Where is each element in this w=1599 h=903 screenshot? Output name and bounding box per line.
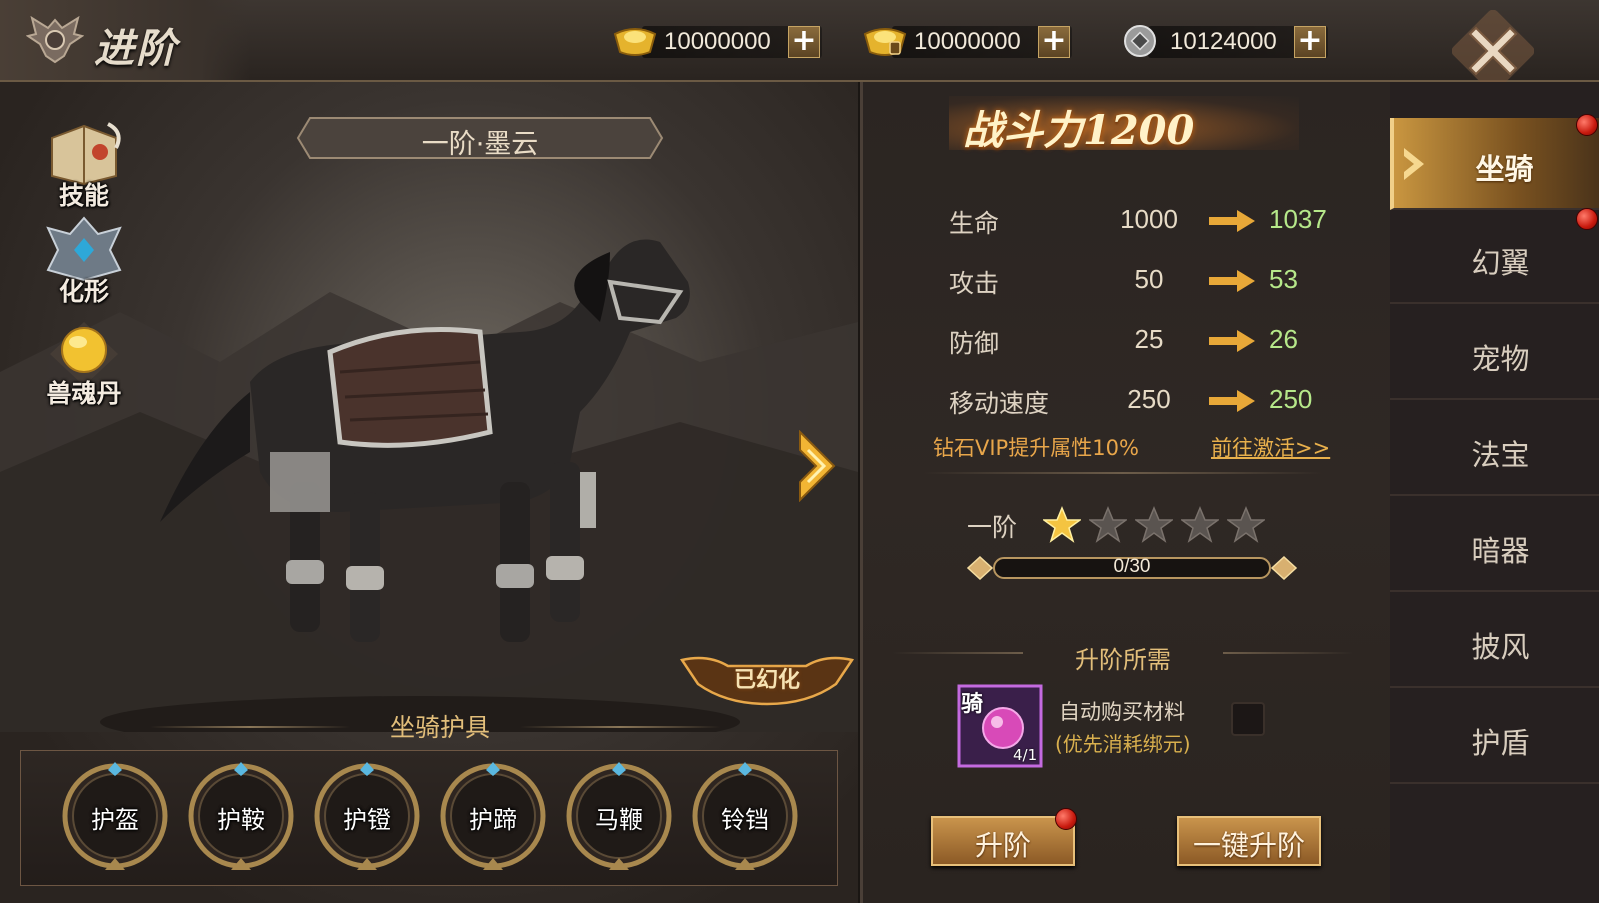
item-count: 4/1 [1013, 746, 1038, 764]
upgrade-button[interactable]: 升阶 [931, 816, 1075, 866]
item-type-label: 骑 [961, 692, 984, 717]
activate-vip-link[interactable]: 前往激活>> [1211, 432, 1330, 462]
currency-gold: 10000000 + [612, 22, 828, 62]
armor-slot-helmet[interactable]: 护盔 [60, 760, 170, 874]
arrow-right-icon [1209, 210, 1255, 232]
stat-row-hp: 生命 1000 1037 [949, 204, 1327, 238]
mount-display-panel: 一阶·墨云 技能 化形 兽魂丹 已幻化 坐骑护具 护盔 护鞍 护镫 护蹄 马鞭 … [0, 82, 858, 903]
tab-hidden-weapon[interactable]: 暗器 [1390, 500, 1599, 592]
tab-mount[interactable]: 坐骑 [1390, 118, 1599, 210]
mount-name: 一阶·墨云 [421, 129, 539, 160]
notification-dot [1576, 114, 1598, 136]
arrow-right-icon [1209, 270, 1255, 292]
progress-text: 0/30 [1113, 556, 1151, 577]
transformed-label: 已幻化 [733, 668, 800, 693]
silver-coin-icon [1124, 25, 1156, 57]
diamond-end-icon [967, 556, 993, 580]
winged-emblem-icon [26, 15, 84, 64]
arrow-right-icon [1209, 390, 1255, 412]
arrow-right-icon [1209, 330, 1255, 352]
stat-row-defense: 防御 25 26 [949, 324, 1298, 358]
one-key-upgrade-button[interactable]: 一键升阶 [1177, 816, 1321, 866]
stats-panel: 战斗力1200 生命 1000 1037 攻击 50 53 防御 25 26 移… [860, 82, 1390, 903]
upgrade-progress-bar: 0/30 [967, 552, 1297, 584]
vip-bonus-text: 钻石VIP提升属性10% [933, 436, 1139, 460]
top-bar: 进阶 10000000 + 10000000 + 10124000 + [0, 0, 1599, 92]
star-empty-icon [1133, 506, 1175, 544]
tab-phantom-wings[interactable]: 幻翼 [1390, 212, 1599, 304]
tab-treasure[interactable]: 法宝 [1390, 404, 1599, 496]
stat-row-attack: 攻击 50 53 [949, 264, 1298, 298]
armor-slot-stirrup[interactable]: 护镫 [312, 760, 422, 874]
close-icon[interactable] [1452, 10, 1534, 92]
add-gold-button[interactable]: + [788, 26, 820, 58]
transform-button[interactable]: 化形 [38, 214, 130, 310]
tab-cloak[interactable]: 披风 [1390, 596, 1599, 688]
combat-power: 战斗力1200 [963, 107, 1195, 154]
auto-buy-checkbox[interactable] [1231, 702, 1265, 736]
tier-label: 一阶 [967, 513, 1018, 542]
stat-row-speed: 移动速度 250 250 [949, 384, 1313, 418]
star-empty-icon [1225, 506, 1267, 544]
star-filled-icon [1041, 506, 1083, 544]
divider [923, 472, 1323, 474]
tab-pet[interactable]: 宠物 [1390, 308, 1599, 400]
armor-slot-bell[interactable]: 铃铛 [690, 760, 800, 874]
star-empty-icon [1087, 506, 1129, 544]
armor-slot-hoof[interactable]: 护蹄 [438, 760, 548, 874]
mount-armor-title: 坐骑护具 [389, 713, 490, 742]
next-mount-arrow-icon[interactable] [796, 430, 838, 502]
diamond-end-icon [1271, 556, 1297, 580]
category-tabs: 坐骑 幻翼 宠物 法宝 暗器 披风 护盾 [1390, 82, 1599, 903]
notification-dot [1055, 808, 1077, 830]
add-bound-gold-button[interactable]: + [1038, 26, 1070, 58]
auto-buy-note: (优先消耗绑元) [1055, 732, 1191, 756]
page-title: 进阶 [94, 25, 178, 72]
beast-soul-pill-button[interactable]: 兽魂丹 [38, 316, 130, 412]
notification-dot [1576, 208, 1598, 230]
add-silver-button[interactable]: + [1294, 26, 1326, 58]
tab-shield[interactable]: 护盾 [1390, 692, 1599, 784]
star-empty-icon [1179, 506, 1221, 544]
currency-bound-gold: 10000000 + [862, 22, 1078, 62]
currency-silver: 10124000 + [1118, 22, 1334, 62]
horse-mount-model [160, 239, 690, 642]
skill-button[interactable]: 技能 [38, 118, 130, 214]
requirements-title: 升阶所需 [1075, 646, 1171, 674]
armor-slot-saddle[interactable]: 护鞍 [186, 760, 296, 874]
auto-buy-label: 自动购买材料 [1059, 700, 1185, 724]
bound-gold-ingot-icon [863, 28, 907, 56]
gold-ingot-icon [613, 28, 657, 56]
armor-slot-whip[interactable]: 马鞭 [564, 760, 674, 874]
